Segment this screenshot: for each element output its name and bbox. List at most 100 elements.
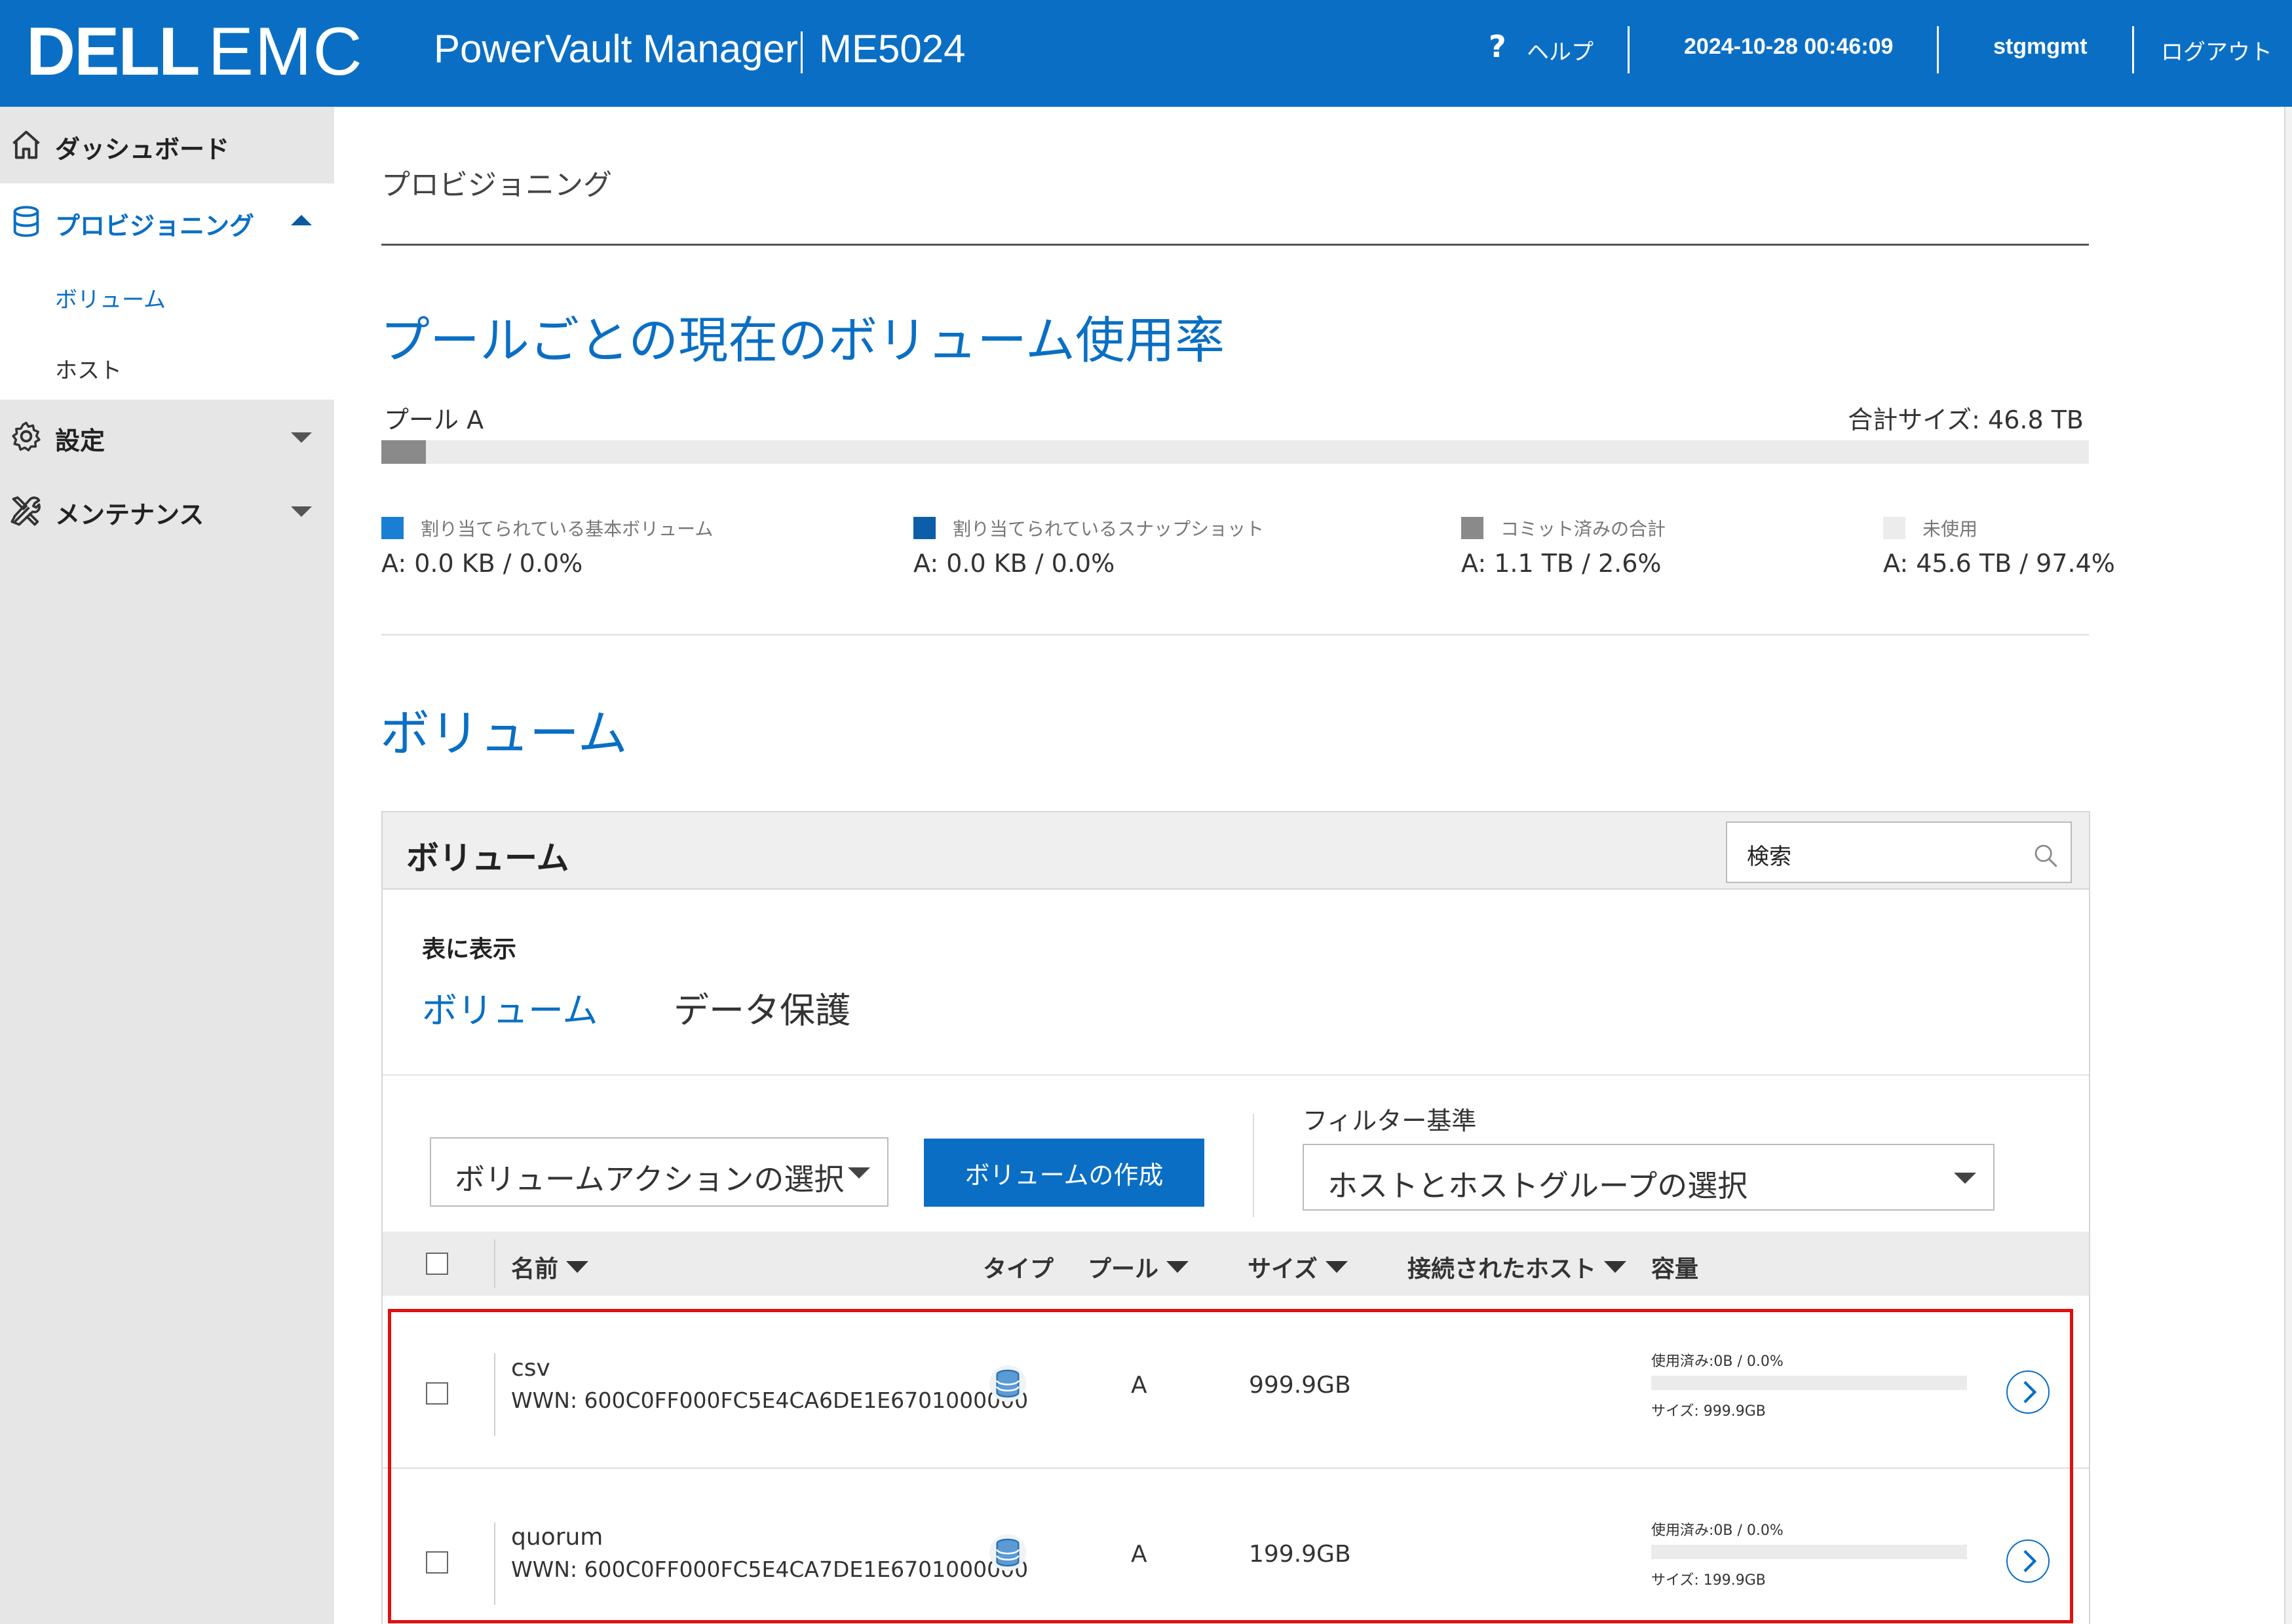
capacity-size: サイズ: 999.9GB xyxy=(1651,1403,1766,1420)
volume-wwn: WWN: 600C0FF000FC5E4CA6DE1E6701000000 xyxy=(511,1388,1029,1413)
column-header-size[interactable]: サイズ xyxy=(1248,1250,1348,1284)
chevron-down-icon[interactable] xyxy=(291,432,312,443)
legend-label: 割り当てられている基本ボリューム xyxy=(421,518,714,540)
legend-swatch xyxy=(1461,517,1483,539)
legend-value: A: 0.0 KB / 0.0% xyxy=(381,549,583,578)
header-divider xyxy=(1628,26,1630,73)
filter-label: フィルター基準 xyxy=(1303,1106,1477,1135)
title-divider xyxy=(801,31,803,73)
toolbar-divider xyxy=(1253,1114,1254,1217)
panel-divider xyxy=(383,1074,2089,1076)
legend-swatch xyxy=(1883,517,1905,539)
usage-section-title: プールごとの現在のボリューム使用率 xyxy=(380,311,1225,369)
host-filter-select[interactable]: ホストとホストグループの選択 xyxy=(1303,1144,1995,1211)
sidebar: ダッシュボード プロビジョニング ボリューム ホスト 設定 メンテナンス xyxy=(0,107,334,1624)
sidebar-subitem-volumes[interactable]: ボリューム xyxy=(55,282,166,314)
sort-down-icon xyxy=(1604,1261,1627,1273)
column-header-type: タイプ xyxy=(983,1256,1054,1283)
sort-down-icon xyxy=(1325,1261,1348,1273)
pool-usage-bar xyxy=(381,440,2089,464)
sidebar-item-label: メンテナンス xyxy=(55,500,204,529)
capacity-used: 使用済み:0B / 0.0% xyxy=(1651,1522,1784,1539)
capacity-bar xyxy=(1651,1376,1967,1390)
sidebar-subitem-hosts[interactable]: ホスト xyxy=(55,352,122,385)
model-name: ME5024 xyxy=(819,27,966,71)
chevron-down-icon xyxy=(1954,1173,1976,1184)
tools-icon xyxy=(10,496,41,526)
column-header-pool[interactable]: プール xyxy=(1088,1250,1189,1284)
logo-dell: DELL xyxy=(26,13,201,90)
chevron-down-icon xyxy=(848,1167,870,1179)
database-icon xyxy=(13,206,39,237)
search-icon[interactable] xyxy=(2033,842,2059,869)
pool-usage-fill xyxy=(381,440,426,464)
section-divider xyxy=(381,634,2089,635)
column-divider xyxy=(494,1239,495,1288)
tab-volumes[interactable]: ボリューム xyxy=(422,981,598,1033)
header-user[interactable]: stgmgmt xyxy=(1993,34,2088,60)
volume-size: 199.9GB xyxy=(1249,1541,1351,1568)
top-header: DELL EMC PowerVault Manager ME5024 ? ヘルプ… xyxy=(0,0,2292,107)
page-scrollbar[interactable] xyxy=(2284,107,2292,1624)
chevron-up-icon[interactable] xyxy=(291,215,312,225)
volume-wwn: WWN: 600C0FF000FC5E4CA7DE1E6701000000 xyxy=(511,1557,1029,1582)
logo-emc: EMC xyxy=(208,13,364,90)
sidebar-item-dashboard[interactable]: ダッシュボード xyxy=(0,107,334,183)
volume-pool: A xyxy=(1131,1541,1147,1568)
volumes-panel: ボリューム 検索 表に表示 ボリューム データ保護 ボリュームアクションの選択 … xyxy=(381,811,2090,1624)
header-divider xyxy=(1937,26,1939,73)
capacity-size: サイズ: 199.9GB xyxy=(1651,1572,1766,1589)
legend-item: 割り当てられている基本ボリューム xyxy=(381,515,713,541)
breadcrumb: プロビジョニング xyxy=(381,168,612,202)
breadcrumb-divider xyxy=(381,244,2089,246)
sidebar-item-label: 設定 xyxy=(55,426,105,455)
logout-link[interactable]: ログアウト xyxy=(2161,34,2272,66)
capacity-bar xyxy=(1651,1545,1967,1559)
select-all-checkbox[interactable] xyxy=(426,1253,448,1275)
pool-total-size: 合計サイズ: 46.8 TB xyxy=(1848,406,2084,434)
help-icon[interactable]: ? xyxy=(1489,29,1506,64)
search-placeholder: 検索 xyxy=(1747,844,1791,870)
legend-label: コミット済みの合計 xyxy=(1500,518,1666,540)
row-checkbox[interactable] xyxy=(426,1551,448,1574)
sidebar-item-settings[interactable]: 設定 xyxy=(0,400,334,474)
app-title: PowerVault Manager xyxy=(434,27,798,71)
column-divider xyxy=(494,1522,495,1605)
search-input[interactable]: 検索 xyxy=(1726,821,2072,883)
row-checkbox[interactable] xyxy=(426,1382,448,1405)
column-header-capacity: 容量 xyxy=(1651,1256,1699,1283)
tab-data-protection[interactable]: データ保護 xyxy=(674,981,850,1033)
capacity-used: 使用済み:0B / 0.0% xyxy=(1651,1353,1784,1370)
legend-value: A: 0.0 KB / 0.0% xyxy=(913,549,1115,578)
chevron-right-icon[interactable] xyxy=(2006,1539,2050,1583)
help-link[interactable]: ヘルプ xyxy=(1527,34,1594,66)
show-in-table-label: 表に表示 xyxy=(422,936,517,963)
volume-name[interactable]: csv xyxy=(511,1355,550,1382)
create-volume-button[interactable]: ボリュームの作成 xyxy=(924,1139,1204,1207)
sidebar-item-label: プロビジョニング xyxy=(55,212,255,240)
table-row[interactable]: csv WWN: 600C0FF000FC5E4CA6DE1E670100000… xyxy=(383,1310,2089,1479)
host-filter-value: ホストとホストグループの選択 xyxy=(1327,1168,1748,1203)
volume-pool: A xyxy=(1131,1372,1147,1399)
home-icon xyxy=(12,130,40,159)
chevron-right-icon[interactable] xyxy=(2006,1370,2050,1414)
panel-header: ボリューム 検索 xyxy=(383,812,2089,890)
gear-icon xyxy=(12,421,41,451)
volume-type-icon xyxy=(989,1534,1026,1571)
table-row[interactable]: quorum WWN: 600C0FF000FC5E4CA7DE1E670100… xyxy=(383,1479,2089,1624)
volume-name[interactable]: quorum xyxy=(511,1524,603,1551)
table-header: 名前 タイプ プール サイズ 接続されたホスト 容量 xyxy=(383,1232,2089,1296)
column-header-hosts[interactable]: 接続されたホスト xyxy=(1407,1250,1627,1284)
panel-title: ボリューム xyxy=(406,839,569,877)
legend-label: 未使用 xyxy=(1922,518,1978,540)
dell-emc-logo: DELL EMC xyxy=(26,13,364,90)
legend-swatch xyxy=(913,517,936,539)
volumes-section-title: ボリューム xyxy=(380,704,628,763)
header-datetime: 2024-10-28 00:46:09 xyxy=(1684,34,1894,59)
column-header-name[interactable]: 名前 xyxy=(511,1250,589,1284)
chevron-down-icon[interactable] xyxy=(291,506,312,517)
volume-action-select[interactable]: ボリュームアクションの選択 xyxy=(430,1137,888,1207)
sidebar-item-maintenance[interactable]: メンテナンス xyxy=(0,474,334,548)
sidebar-item-provisioning[interactable]: プロビジョニング xyxy=(0,183,334,260)
legend-item: 未使用 xyxy=(1883,515,1977,541)
